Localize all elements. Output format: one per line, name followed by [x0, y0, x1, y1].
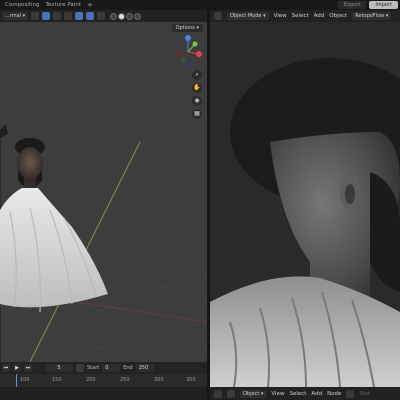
- end-label: End: [123, 365, 133, 371]
- start-frame-field[interactable]: 0: [102, 364, 121, 372]
- editor-type-icon[interactable]: [214, 389, 222, 398]
- options-dropdown[interactable]: Options ▾: [171, 24, 203, 32]
- tab-compositing[interactable]: Compositing: [2, 0, 42, 10]
- play-icon[interactable]: ▶: [13, 364, 21, 372]
- menu-view[interactable]: View: [271, 391, 284, 397]
- menu-select[interactable]: Select: [289, 391, 306, 397]
- tick-label: 100: [20, 377, 30, 383]
- current-frame-field[interactable]: 5: [45, 364, 73, 372]
- pivot-icon[interactable]: [31, 12, 40, 20]
- timeline-header: ⏮ ▶ ⏭ 5 Start 0 End 250: [0, 362, 207, 374]
- tick-label: 200: [86, 377, 96, 383]
- zoom-icon[interactable]: ⌕: [192, 70, 202, 80]
- timeline-playhead[interactable]: [16, 374, 17, 387]
- editor-type-icon[interactable]: [214, 12, 222, 20]
- xray-icon[interactable]: [97, 12, 106, 20]
- tick-label: 250: [120, 377, 130, 383]
- tick-label: 350: [186, 377, 196, 383]
- left-3d-viewport[interactable]: Options ▾ ⌕ ✋ ◉ ▦: [0, 22, 207, 362]
- top-right-actions: Export Import: [338, 1, 398, 9]
- retopoflow-dropdown[interactable]: RetopoFlow ▾: [352, 12, 392, 20]
- menu-view[interactable]: View: [274, 13, 287, 19]
- add-workspace-button[interactable]: +: [84, 0, 96, 10]
- snap-icon[interactable]: [42, 12, 51, 20]
- start-label: Start: [87, 365, 100, 371]
- left-viewport-header: ...rmal ▾: [0, 10, 207, 22]
- hand-icon[interactable]: ✋: [192, 83, 202, 93]
- solid-shading-icon[interactable]: [118, 12, 126, 20]
- tick-label: 300: [154, 377, 164, 383]
- node-editor-header: Object ▾ View Select Add Node Slot: [210, 387, 400, 400]
- visibility-icon[interactable]: [64, 12, 73, 20]
- grid-icon[interactable]: ▦: [192, 109, 202, 119]
- object-dropdown[interactable]: Object ▾: [240, 389, 267, 398]
- menu-add[interactable]: Add: [314, 13, 325, 19]
- rendered-shading-icon[interactable]: [134, 12, 142, 20]
- wireframe-shading-icon[interactable]: [110, 12, 118, 20]
- timeline-ruler[interactable]: 100 150 200 250 300 350: [0, 374, 207, 387]
- material-shading-icon[interactable]: [126, 12, 134, 20]
- right-render-viewport[interactable]: [210, 22, 400, 387]
- render-image: [210, 58, 400, 387]
- mode-dropdown[interactable]: Object Mode ▾: [227, 12, 269, 20]
- right-viewport-header: Object Mode ▾ View Select Add Object Ret…: [210, 10, 400, 22]
- camera-object: [0, 124, 8, 138]
- gizmo-toggle-icon[interactable]: [75, 12, 84, 20]
- use-nodes-icon[interactable]: [346, 389, 355, 398]
- tab-texture-paint[interactable]: Texture Paint: [42, 0, 84, 10]
- end-frame-field[interactable]: 250: [135, 364, 154, 372]
- timeline-track[interactable]: [0, 387, 207, 400]
- overlay-toggle-icon[interactable]: [86, 12, 95, 20]
- viewport-nav-buttons: ⌕ ✋ ◉ ▦: [192, 70, 202, 119]
- export-button[interactable]: Export: [338, 1, 367, 9]
- shader-type-icon[interactable]: [227, 389, 235, 398]
- clock-icon[interactable]: [76, 364, 84, 372]
- menu-select[interactable]: Select: [292, 13, 309, 19]
- import-button[interactable]: Import: [369, 1, 398, 9]
- navigation-gizmo[interactable]: [173, 34, 203, 68]
- viewport-scene: [0, 124, 207, 362]
- menu-object[interactable]: Object: [329, 13, 347, 19]
- tick-label: 150: [52, 377, 62, 383]
- menu-add[interactable]: Add: [311, 391, 322, 397]
- jump-end-icon[interactable]: ⏭: [24, 364, 32, 372]
- proportional-icon[interactable]: [53, 12, 62, 20]
- workspace-bar: Compositing Texture Paint + Export Impor…: [0, 0, 400, 10]
- shading-mode-group: [110, 12, 142, 20]
- slot-label[interactable]: Slot: [359, 391, 370, 397]
- camera-icon[interactable]: ◉: [192, 96, 202, 106]
- jump-start-icon[interactable]: ⏮: [2, 364, 10, 372]
- orientation-dropdown[interactable]: ...rmal ▾: [2, 12, 29, 20]
- character-model: [0, 138, 108, 313]
- menu-node[interactable]: Node: [327, 391, 341, 397]
